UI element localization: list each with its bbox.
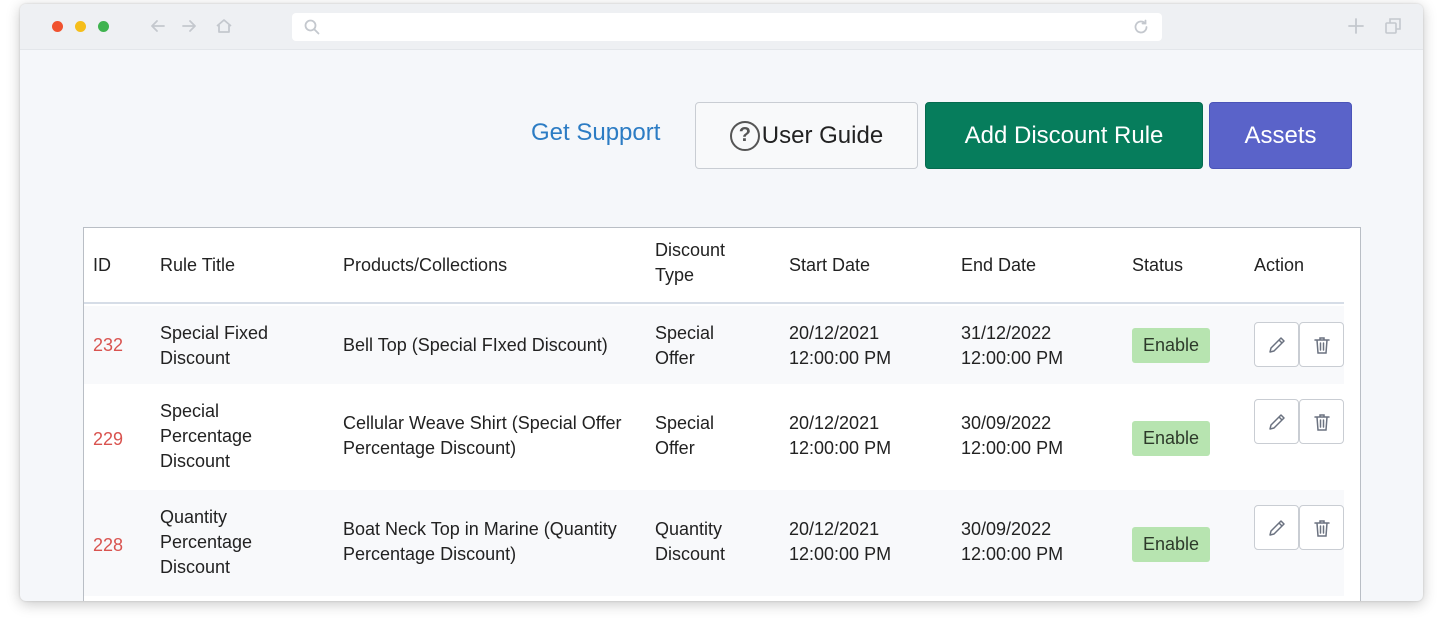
rule-title-line: Discount bbox=[160, 557, 231, 577]
rule-title-line: Discount bbox=[160, 348, 231, 368]
browser-chrome bbox=[20, 4, 1423, 50]
products-line: Percentage Discount) bbox=[343, 544, 517, 564]
discount-type-line: Offer bbox=[655, 438, 695, 458]
page-toolbar: Get Support ? User Guide Add Discount Ru… bbox=[20, 102, 1423, 170]
discount-type-line: Quantity bbox=[655, 519, 723, 539]
delete-button[interactable] bbox=[1299, 322, 1344, 367]
delete-button[interactable] bbox=[1299, 505, 1344, 550]
products-line: Bell Top (Special FIxed Discount) bbox=[343, 335, 608, 355]
end-date: 31/12/2022 bbox=[961, 323, 1052, 343]
table-row: 232 Special Fixed Discount Bell Top (Spe… bbox=[84, 306, 1344, 384]
reload-icon[interactable] bbox=[1132, 18, 1150, 36]
rule-title-line: Discount bbox=[160, 451, 231, 471]
pencil-icon bbox=[1268, 413, 1285, 430]
rule-title-line: Percentage bbox=[160, 532, 253, 552]
user-guide-button[interactable]: ? User Guide bbox=[695, 102, 918, 169]
header-rule-title: Rule Title bbox=[160, 255, 236, 275]
minimize-window-dot[interactable] bbox=[75, 21, 86, 32]
status-badge[interactable]: Enable bbox=[1132, 527, 1210, 562]
add-discount-rule-button[interactable]: Add Discount Rule bbox=[925, 102, 1203, 169]
header-action: Action bbox=[1254, 255, 1305, 275]
end-time: 12:00:00 PM bbox=[961, 348, 1064, 368]
products-line: Percentage Discount) bbox=[343, 438, 517, 458]
edit-button[interactable] bbox=[1254, 399, 1299, 444]
header-id: ID bbox=[93, 255, 111, 275]
rule-id[interactable]: 228 bbox=[93, 533, 123, 558]
header-products: Products/Collections bbox=[343, 255, 508, 275]
edit-button[interactable] bbox=[1254, 505, 1299, 550]
edit-button[interactable] bbox=[1254, 322, 1299, 367]
rule-id[interactable]: 232 bbox=[93, 333, 123, 358]
maximize-window-dot[interactable] bbox=[98, 21, 109, 32]
address-bar[interactable] bbox=[292, 13, 1162, 41]
rule-title-line: Special bbox=[160, 401, 220, 421]
start-date: 20/12/2021 bbox=[789, 413, 880, 433]
discount-type-line: Special bbox=[655, 413, 715, 433]
close-window-dot[interactable] bbox=[52, 21, 63, 32]
assets-button[interactable]: Assets bbox=[1209, 102, 1352, 169]
get-support-link[interactable]: Get Support bbox=[531, 119, 660, 147]
products-line: Cellular Weave Shirt (Special Offer bbox=[343, 413, 622, 433]
start-time: 12:00:00 PM bbox=[789, 544, 892, 564]
rule-title-line: Percentage bbox=[160, 426, 253, 446]
user-guide-label: User Guide bbox=[761, 121, 884, 149]
discount-type-line: Special bbox=[655, 323, 715, 343]
rule-title-line: Quantity bbox=[160, 507, 228, 527]
end-time: 12:00:00 PM bbox=[961, 544, 1064, 564]
header-discount-type-line2: Type bbox=[655, 265, 695, 285]
pencil-icon bbox=[1268, 519, 1285, 536]
end-date: 30/09/2022 bbox=[961, 519, 1052, 539]
table-row: 229 Special Percentage Discount Cellular… bbox=[84, 384, 1344, 490]
end-date: 30/09/2022 bbox=[961, 413, 1052, 433]
search-icon bbox=[303, 18, 321, 36]
status-badge[interactable]: Enable bbox=[1132, 421, 1210, 456]
table-header: ID Rule Title Products/Collections Disco… bbox=[84, 228, 1344, 304]
discount-type-line: Discount bbox=[655, 544, 726, 564]
pencil-icon bbox=[1268, 336, 1285, 353]
header-end-date: End Date bbox=[961, 255, 1037, 275]
header-status: Status bbox=[1132, 255, 1184, 275]
end-time: 12:00:00 PM bbox=[961, 438, 1064, 458]
trash-icon bbox=[1313, 336, 1330, 354]
trash-icon bbox=[1313, 519, 1330, 537]
start-date: 20/12/2021 bbox=[789, 519, 880, 539]
discount-type-line: Offer bbox=[655, 348, 695, 368]
start-time: 12:00:00 PM bbox=[789, 438, 892, 458]
rule-id[interactable]: 229 bbox=[93, 427, 123, 452]
header-start-date: Start Date bbox=[789, 255, 871, 275]
table-row: 228 Quantity Percentage Discount Boat Ne… bbox=[84, 490, 1344, 596]
back-arrow-icon[interactable] bbox=[148, 16, 168, 36]
help-circle-icon: ? bbox=[729, 120, 760, 151]
start-date: 20/12/2021 bbox=[789, 323, 880, 343]
products-line: Boat Neck Top in Marine (Quantity bbox=[343, 519, 617, 539]
tabs-icon[interactable] bbox=[1383, 16, 1403, 36]
browser-window: Get Support ? User Guide Add Discount Ru… bbox=[20, 4, 1423, 601]
forward-arrow-icon[interactable] bbox=[179, 16, 199, 36]
trash-icon bbox=[1313, 413, 1330, 431]
rule-title-line: Special Fixed bbox=[160, 323, 269, 343]
header-discount-type-line1: Discount bbox=[655, 240, 726, 260]
new-tab-icon[interactable] bbox=[1346, 16, 1366, 36]
status-badge[interactable]: Enable bbox=[1132, 328, 1210, 363]
delete-button[interactable] bbox=[1299, 399, 1344, 444]
start-time: 12:00:00 PM bbox=[789, 348, 892, 368]
home-icon[interactable] bbox=[214, 16, 234, 36]
discount-rules-table: ID Rule Title Products/Collections Disco… bbox=[83, 227, 1361, 601]
